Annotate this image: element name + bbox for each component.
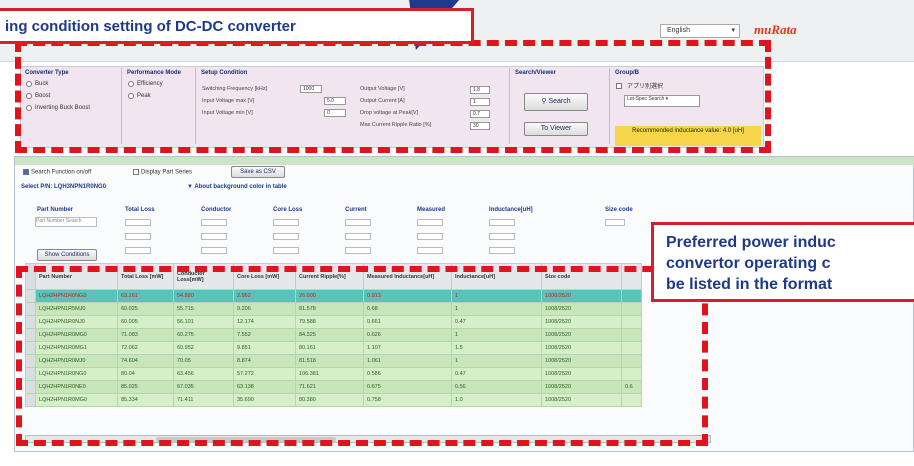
filter-inductance: Inductance[uH] bbox=[489, 207, 533, 213]
callout-conditions: ing condition setting of DC-DC converter bbox=[0, 8, 474, 44]
toggle-label: Search Function on/off bbox=[31, 169, 92, 176]
search-function-toggle[interactable]: Search Function on/off bbox=[23, 169, 91, 176]
part-number-search[interactable]: Part Number Search bbox=[35, 217, 97, 227]
filter-input[interactable] bbox=[417, 247, 443, 254]
filter-input[interactable] bbox=[125, 219, 151, 226]
filter-input[interactable] bbox=[345, 219, 371, 226]
panel-strip bbox=[15, 157, 914, 165]
filter-input[interactable] bbox=[605, 219, 625, 226]
filter-input[interactable] bbox=[125, 247, 151, 254]
selected-part: Select P/N: LQH3NPN1R0NG0 bbox=[21, 184, 107, 190]
filter-input[interactable] bbox=[417, 219, 443, 226]
filter-input[interactable] bbox=[489, 219, 515, 226]
filter-input[interactable] bbox=[201, 247, 227, 254]
filter-input[interactable] bbox=[345, 233, 371, 240]
callout-results: Preferred power induc convertor operatin… bbox=[651, 222, 914, 302]
highlight-conditions bbox=[15, 40, 771, 153]
filter-input[interactable] bbox=[201, 233, 227, 240]
background-color-hint[interactable]: ▼ About background color in table bbox=[187, 184, 287, 190]
save-csv-button[interactable]: Save as CSV bbox=[231, 166, 285, 178]
callout-line: be listed in the format bbox=[666, 276, 833, 293]
language-value: English bbox=[667, 27, 690, 34]
checkbox-icon bbox=[133, 169, 139, 175]
filter-input[interactable] bbox=[273, 219, 299, 226]
display-series-toggle[interactable]: Display Part Series bbox=[133, 169, 192, 176]
chevron-down-icon: ▾ bbox=[731, 27, 735, 34]
filter-measured: Measured bbox=[417, 207, 446, 213]
filter-conductor: Conductor bbox=[201, 207, 232, 213]
highlight-results bbox=[16, 266, 708, 446]
filter-input[interactable] bbox=[201, 219, 227, 226]
filter-input[interactable] bbox=[489, 233, 515, 240]
toggle-label: Display Part Series bbox=[141, 169, 193, 176]
filter-input[interactable] bbox=[273, 247, 299, 254]
filter-input[interactable] bbox=[125, 233, 151, 240]
filter-input[interactable] bbox=[489, 247, 515, 254]
callout-line: convertor operating c bbox=[666, 255, 831, 272]
filter-input[interactable] bbox=[417, 233, 443, 240]
callout-line: Preferred power induc bbox=[666, 234, 836, 251]
filter-size-code: Size code bbox=[605, 207, 633, 213]
language-select[interactable]: English ▾ bbox=[660, 24, 740, 38]
filter-total-loss: Total Loss bbox=[125, 207, 155, 213]
checkbox-icon bbox=[23, 169, 29, 175]
filter-input[interactable] bbox=[345, 247, 371, 254]
show-conditions-button[interactable]: Show Conditions bbox=[37, 249, 97, 261]
filter-core-loss: Core Loss bbox=[273, 207, 303, 213]
filter-input[interactable] bbox=[273, 233, 299, 240]
logo: muRata bbox=[754, 22, 797, 37]
filter-part-number: Part Number bbox=[37, 207, 74, 213]
filter-current: Current bbox=[345, 207, 367, 213]
